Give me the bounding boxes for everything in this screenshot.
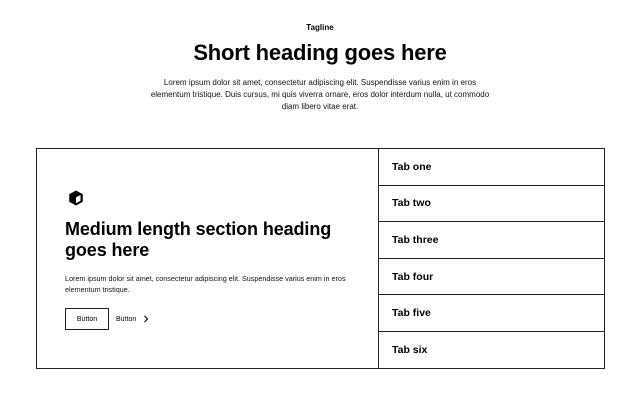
tab-five[interactable]: Tab five <box>379 295 604 332</box>
section-heading: Medium length section heading goes here <box>65 219 332 260</box>
section-text: Lorem ipsum dolor sit amet, consectetur … <box>65 274 346 294</box>
link-button-label: Button <box>116 315 137 323</box>
tab-two[interactable]: Tab two <box>379 186 604 223</box>
link-button[interactable]: Button <box>116 308 150 330</box>
intro-text: Lorem ipsum dolor sit amet, consectetur … <box>150 78 490 111</box>
chevron-right-icon <box>142 315 150 323</box>
tab-one[interactable]: Tab one <box>379 149 604 186</box>
tagline: Tagline <box>306 23 334 32</box>
tab-content-panel: Medium length section heading goes here … <box>37 149 378 368</box>
tab-six[interactable]: Tab six <box>379 332 604 369</box>
primary-button[interactable]: Button <box>65 308 109 330</box>
tabs-layout: Medium length section heading goes here … <box>36 148 605 369</box>
tab-three[interactable]: Tab three <box>379 222 604 259</box>
tab-list: Tab one Tab two Tab three Tab four Tab f… <box>378 149 604 368</box>
tab-four[interactable]: Tab four <box>379 259 604 296</box>
page-title: Short heading goes here <box>193 40 447 65</box>
cube-icon <box>67 189 85 207</box>
